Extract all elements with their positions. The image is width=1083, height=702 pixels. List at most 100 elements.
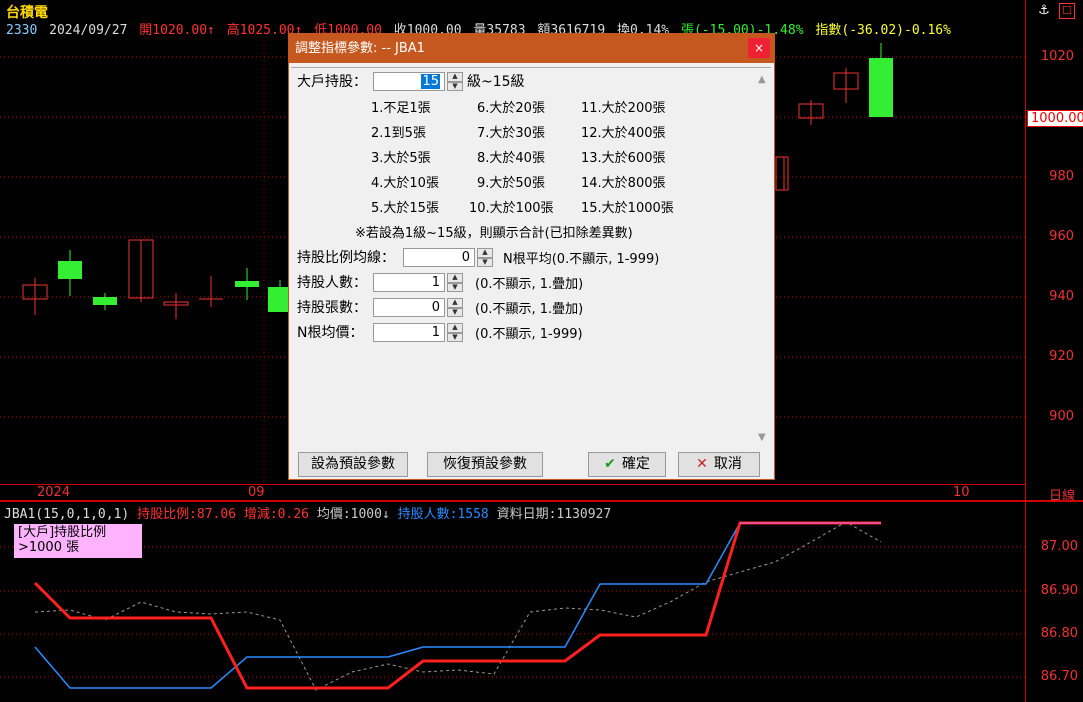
restore-default-button[interactable]: 恢復預設參數 <box>427 452 543 477</box>
price-tick: 940 <box>1049 289 1074 304</box>
candle <box>869 58 893 117</box>
spin-up-icon[interactable]: ▲ <box>447 298 463 308</box>
holders-spinner[interactable]: 1 ▲ ▼ <box>373 273 463 292</box>
shares-field[interactable]: 0 <box>373 298 445 317</box>
dialog-scrollbar[interactable]: ▲ ▼ <box>755 68 771 449</box>
shares-spinner[interactable]: 0 ▲ ▼ <box>373 298 463 317</box>
level-option: 12.大於400張 <box>581 126 666 141</box>
indicator-tick: 87.00 <box>1040 539 1078 554</box>
nprice-label: N根均價： <box>297 325 364 341</box>
scroll-down-icon[interactable]: ▼ <box>758 432 766 443</box>
candle <box>93 297 117 305</box>
quote-open: 開1020.00↑ <box>139 23 215 38</box>
level-option: 1.不足1張 <box>371 101 431 116</box>
indicator-header: JBA1(15,0,1,0,1) 持股比例:87.06 增減:0.26 均價:1… <box>4 503 611 522</box>
cancel-button[interactable]: ✕ 取消 <box>678 452 760 477</box>
indicator-tick: 86.70 <box>1040 669 1078 684</box>
date-tick: 09 <box>248 485 265 500</box>
quote-date: 2024/09/27 <box>49 23 128 38</box>
level-option: 7.大於30張 <box>477 126 545 141</box>
indicator-holders: 持股人數:1558 <box>397 507 489 522</box>
spin-down-icon[interactable]: ▼ <box>477 257 493 267</box>
indicator-name: JBA1(15,0,1,0,1) <box>4 507 130 522</box>
candle <box>235 281 259 287</box>
note-text: ※若設為1級~15級，則顯示合計(已扣除差異數) <box>355 226 633 241</box>
level-option: 11.大於200張 <box>581 101 666 116</box>
level-option: 15.大於1000張 <box>581 201 674 216</box>
check-icon: ✔ <box>604 456 616 472</box>
shares-label: 持股張數： <box>297 300 367 316</box>
shares-hint: (0.不顯示, 1.疊加) <box>475 302 584 317</box>
holders-line <box>34 522 881 689</box>
price-tick: 1020 <box>1040 49 1074 64</box>
holders-label: 持股人數： <box>297 275 367 291</box>
spin-up-icon[interactable]: ▲ <box>447 273 463 283</box>
indicator-tick: 86.90 <box>1040 583 1078 598</box>
price-axis: 1020 980 960 940 920 900 <box>1025 0 1083 500</box>
ma-spinner[interactable]: 0 ▲ ▼ <box>403 248 493 267</box>
indicator-tick: 86.80 <box>1040 626 1078 641</box>
level-option: 6.大於20張 <box>477 101 545 116</box>
set-default-button[interactable]: 設為預設參數 <box>298 452 408 477</box>
indicator-legend: [大戶]持股比例 >1000 張 <box>14 524 142 558</box>
price-tick: 980 <box>1049 169 1074 184</box>
ma-label: 持股比例均線： <box>297 250 395 266</box>
indicator-data-date: 資料日期:1130927 <box>496 507 612 522</box>
price-tick: 920 <box>1049 349 1074 364</box>
candle <box>268 287 288 312</box>
dialog-titlebar[interactable]: 調整指標參數: -- JBA1 × <box>289 34 774 63</box>
cancel-label: 取消 <box>713 456 742 472</box>
indicator-canvas <box>0 521 1025 691</box>
spin-down-icon[interactable]: ▼ <box>447 282 463 292</box>
ma-hint: N根平均(0.不顯示, 1-999) <box>503 252 660 267</box>
stock-code: 2330 <box>6 23 38 38</box>
dialog-title: 調整指標參數: -- JBA1 <box>295 41 425 56</box>
level-option: 4.大於10張 <box>371 176 439 191</box>
big-holder-label: 大戶持股： <box>297 74 367 90</box>
spin-down-icon[interactable]: ▼ <box>447 307 463 317</box>
spin-down-icon[interactable]: ▼ <box>447 81 463 91</box>
holders-hint: (0.不顯示, 1.疊加) <box>475 277 584 292</box>
avg-price-line <box>34 521 882 691</box>
holders-field[interactable]: 1 <box>373 273 445 292</box>
last-price-tag: 1000.00 <box>1027 110 1083 127</box>
candle <box>58 261 82 279</box>
spin-up-icon[interactable]: ▲ <box>447 72 463 82</box>
adjust-params-dialog[interactable]: 調整指標參數: -- JBA1 × 大戶持股： 15 ▲ ▼ 級~15級 1.不足… <box>288 33 775 480</box>
price-tick: 960 <box>1049 229 1074 244</box>
close-button[interactable]: × <box>748 38 770 58</box>
dialog-body: 大戶持股： 15 ▲ ▼ 級~15級 1.不足1張 6.大於20張 11.大於20… <box>291 67 771 449</box>
scroll-up-icon[interactable]: ▲ <box>758 74 766 85</box>
nprice-spinner[interactable]: 1 ▲ ▼ <box>373 323 463 342</box>
indicator-ratio: 持股比例:87.06 <box>137 507 237 522</box>
level-option: 10.大於100張 <box>469 201 554 216</box>
spin-up-icon[interactable]: ▲ <box>447 323 463 333</box>
indicator-panel[interactable]: JBA1(15,0,1,0,1) 持股比例:87.06 增減:0.26 均價:1… <box>0 500 1083 702</box>
level-option: 2.1到5張 <box>371 126 426 141</box>
indicator-delta: 增減:0.26 <box>243 507 309 522</box>
candle <box>775 156 789 191</box>
legend-line2: >1000 張 <box>18 540 80 555</box>
level-option: 8.大於40張 <box>477 151 545 166</box>
price-tick: 900 <box>1049 409 1074 424</box>
level-option: 3.大於5張 <box>371 151 431 166</box>
indicator-avg: 均價:1000↓ <box>316 507 390 522</box>
ratio-line <box>33 521 881 690</box>
level-option: 13.大於600張 <box>581 151 666 166</box>
date-tick: 10 <box>953 485 970 500</box>
big-holder-field[interactable]: 15 <box>373 72 445 91</box>
level-option: 9.大於50張 <box>477 176 545 191</box>
date-tick: 2024 <box>37 485 71 500</box>
big-holder-spinner[interactable]: 15 ▲ ▼ <box>373 72 463 91</box>
quote-index: 指數(-36.02)-0.16% <box>815 23 951 38</box>
nprice-hint: (0.不顯示, 1-999) <box>475 327 583 342</box>
cross-icon: ✕ <box>696 456 708 472</box>
nprice-field[interactable]: 1 <box>373 323 445 342</box>
ma-field[interactable]: 0 <box>403 248 475 267</box>
spin-up-icon[interactable]: ▲ <box>477 248 493 258</box>
spin-down-icon[interactable]: ▼ <box>447 332 463 342</box>
ok-button[interactable]: ✔ 確定 <box>588 452 666 477</box>
date-axis: 2024 09 10 <box>0 484 1025 501</box>
indicator-axis: 87.00 86.90 86.80 86.70 <box>1025 502 1083 702</box>
level-option: 14.大於800張 <box>581 176 666 191</box>
